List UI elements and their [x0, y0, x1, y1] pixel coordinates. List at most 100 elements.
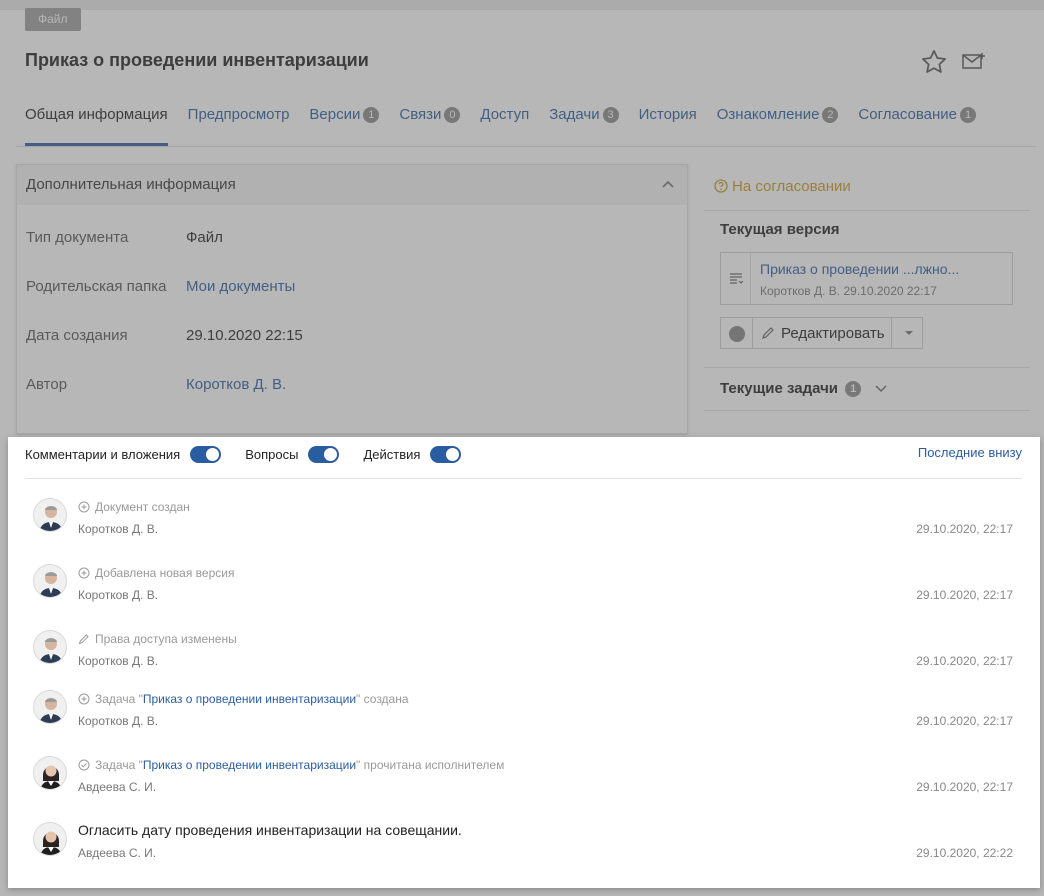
edit-button-group: Редактировать	[720, 317, 923, 349]
event-author: Коротков Д. В.	[78, 654, 159, 668]
tab-label: Предпросмотр	[187, 106, 290, 123]
avatar[interactable]	[33, 630, 67, 664]
edit-button[interactable]: Редактировать	[781, 325, 885, 342]
plus-circle-icon	[78, 501, 90, 513]
info-panel-header[interactable]: Дополнительная информация	[17, 165, 687, 205]
avatar-male-icon	[34, 691, 66, 723]
pencil-icon	[78, 634, 89, 645]
event-date: 29.10.2020, 22:17	[916, 654, 1013, 668]
filter-comments: Комментарии и вложения	[25, 445, 222, 463]
event-line: Задача " Приказ о проведении инвентаризац…	[78, 758, 504, 772]
toggle-switch[interactable]	[190, 445, 222, 463]
plus-circle-icon	[78, 693, 90, 705]
event-text-suffix: " создана	[356, 692, 409, 706]
tab-label: Ознакомление	[716, 106, 820, 123]
avatar-female-icon	[34, 757, 66, 789]
event-line: Задача " Приказ о проведении инвентаризац…	[78, 692, 409, 706]
check-circle-icon	[78, 759, 90, 771]
tab-label: Общая информация	[25, 106, 168, 123]
field-value: Файл	[186, 229, 223, 246]
star-icon[interactable]	[920, 48, 948, 76]
event-author: Коротков Д. В.	[78, 588, 159, 602]
count-badge: 1	[363, 107, 380, 123]
task-link[interactable]: Приказ о проведении инвентаризации	[143, 692, 356, 706]
count-badge: 3	[602, 107, 619, 123]
tab-links[interactable]: Связи 0	[399, 106, 461, 146]
tab-versions[interactable]: Версии 1	[309, 106, 380, 146]
field-label: Дата создания	[26, 327, 128, 344]
tab-label: Версии	[309, 106, 361, 123]
avatar[interactable]	[33, 756, 67, 790]
feed-entry: Документ создан Коротков Д. В. 29.10.202…	[33, 498, 1013, 554]
avatar[interactable]	[33, 690, 67, 724]
tab-access[interactable]: Доступ	[480, 106, 529, 146]
divider	[704, 367, 1030, 368]
version-title-link[interactable]: Приказ о проведении ...лжно...	[760, 261, 959, 277]
comment-entry: Огласить дату проведения инвентаризации …	[33, 822, 1013, 878]
filter-label: Вопросы	[245, 446, 299, 462]
event-line: Документ создан	[78, 500, 190, 514]
sort-order-link[interactable]: Последние внизу	[918, 445, 1022, 460]
version-card[interactable]: Приказ о проведении ...лжно... Коротков …	[720, 252, 1013, 305]
count-badge: 0	[444, 107, 461, 123]
caret-down-icon[interactable]	[902, 327, 916, 339]
top-strip	[0, 0, 1044, 10]
pencil-icon	[762, 327, 774, 339]
event-text: Задача "	[95, 758, 143, 772]
event-author: Коротков Д. В.	[78, 522, 159, 536]
chevron-down-icon[interactable]	[874, 382, 888, 396]
event-text-suffix: " прочитана исполнителем	[356, 758, 505, 772]
tab-history[interactable]: История	[639, 106, 697, 146]
event-date: 29.10.2020, 22:17	[916, 588, 1013, 602]
parent-folder-link[interactable]: Мои документы	[186, 278, 295, 295]
field-value: 29.10.2020 22:15	[186, 327, 303, 344]
tab-preview[interactable]: Предпросмотр	[188, 106, 290, 146]
divider	[752, 318, 753, 348]
avatar-male-icon	[34, 631, 66, 663]
lock-icon[interactable]	[729, 326, 745, 342]
tab-label: Доступ	[480, 106, 530, 123]
divider	[25, 478, 1022, 479]
task-link[interactable]: Приказ о проведении инвентаризации	[143, 758, 356, 772]
activity-feed: Комментарии и вложения Вопросы Действия …	[8, 437, 1040, 888]
divider	[704, 410, 1030, 411]
event-author: Коротков Д. В.	[78, 714, 159, 728]
avatar[interactable]	[33, 822, 67, 856]
event-date: 29.10.2020, 22:17	[916, 522, 1013, 536]
current-tasks-heading[interactable]: Текущие задачи 1	[720, 380, 862, 397]
status-badge: На согласовании	[714, 178, 851, 195]
comment-text: Огласить дату проведения инвентаризации …	[78, 822, 462, 838]
current-version-heading: Текущая версия	[720, 221, 840, 238]
file-chip[interactable]: Файл	[25, 8, 81, 31]
toggle-switch[interactable]	[308, 445, 340, 463]
count-badge: 2	[822, 107, 839, 123]
avatar[interactable]	[33, 564, 67, 598]
tab-general[interactable]: Общая информация	[25, 106, 168, 146]
avatar[interactable]	[33, 498, 67, 532]
tab-approval[interactable]: Согласование 1	[858, 106, 976, 146]
info-panel-title: Дополнительная информация	[26, 176, 236, 193]
chevron-up-icon[interactable]	[661, 177, 675, 191]
count-badge: 1	[960, 107, 976, 123]
page-title: Приказ о проведении инвентаризации	[25, 50, 369, 70]
event-text: Добавлена новая версия	[95, 566, 235, 580]
plus-circle-icon	[78, 567, 90, 579]
feed-entry: Добавлена новая версия Коротков Д. В. 29…	[33, 564, 1013, 620]
comment-author: Авдеева С. И.	[78, 846, 157, 860]
filter-label: Действия	[363, 446, 421, 462]
document-lines-icon	[730, 273, 743, 284]
field-label: Автор	[26, 376, 68, 393]
tab-label: Связи	[399, 106, 442, 123]
filter-questions: Вопросы	[245, 445, 340, 463]
info-panel: Дополнительная информация Тип документа …	[16, 164, 688, 434]
tab-tasks[interactable]: Задачи 3	[549, 106, 619, 146]
event-author: Авдеева С. И.	[78, 780, 157, 794]
avatar-male-icon	[34, 499, 66, 531]
toggle-switch[interactable]	[430, 445, 462, 463]
mail-plus-icon[interactable]	[960, 50, 988, 74]
status-text: На согласовании	[732, 178, 851, 195]
filter-label: Комментарии и вложения	[25, 446, 181, 462]
author-link[interactable]: Коротков Д. В.	[186, 376, 286, 393]
tab-acquaintance[interactable]: Ознакомление 2	[717, 106, 839, 146]
feed-entry: Задача " Приказ о проведении инвентаризац…	[33, 756, 1013, 812]
